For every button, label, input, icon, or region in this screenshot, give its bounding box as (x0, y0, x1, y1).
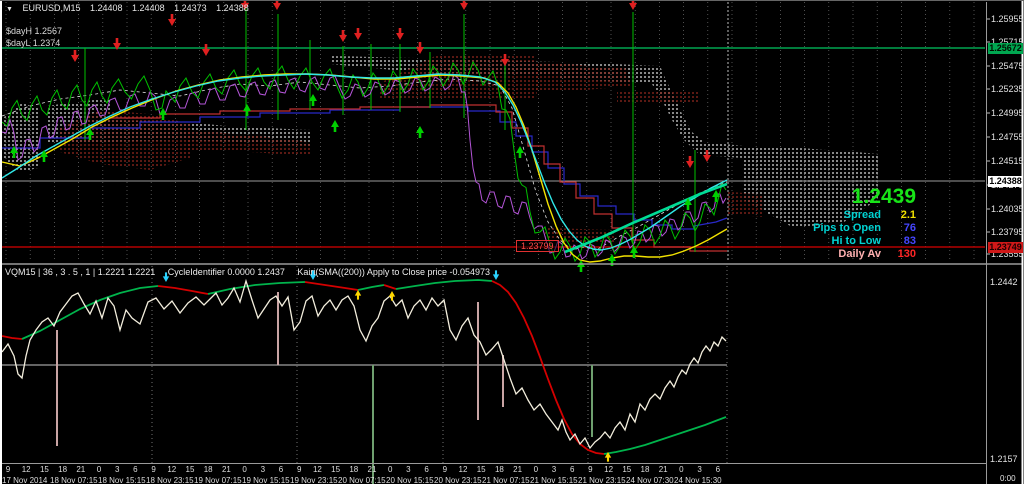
hour-label: 12 (167, 465, 177, 474)
price-marker[interactable]: 1.23749 (988, 241, 1023, 253)
price-tick: 1.24755 (991, 132, 1024, 142)
ohlc-high: 1.24408 (132, 3, 165, 13)
hour-label: 3 (406, 465, 411, 474)
hour-label: 21 (658, 465, 668, 474)
indicator-panel-region[interactable] (2, 266, 986, 463)
hour-label: 21 (76, 465, 86, 474)
date-label: 20 Nov 15:15 (386, 476, 434, 485)
hour-label: 3 (551, 465, 557, 474)
date-label: 18 Nov 23:15 (146, 476, 194, 485)
hour-label: 9 (588, 465, 593, 474)
symbol-timeframe: EURUSD,M15 (22, 3, 81, 13)
cycleidentifier-label: CycleIdentifier 0.0000 1.2437 (167, 267, 285, 277)
ohlc-open: 1.24408 (89, 3, 123, 13)
ohlc-close: 1.24388 (216, 3, 249, 13)
collapse-triangle-icon[interactable]: ▼ (6, 6, 13, 13)
hour-label: 15 (185, 465, 195, 474)
info-label: Pips to Open (813, 222, 881, 234)
hour-label: 18 (58, 465, 68, 474)
info-row: Pips to Open 76 (813, 222, 916, 234)
info-value: 130 (897, 248, 916, 260)
price-tick: 1.24995 (991, 108, 1024, 118)
hour-label: 0 (242, 465, 247, 474)
hour-label: 9 (151, 465, 156, 474)
info-value: 76 (903, 222, 916, 234)
date-label: 17 Nov 2014 (2, 476, 48, 485)
info-label: Spread (843, 209, 881, 221)
info-label: Hi to Low (831, 235, 882, 247)
date-label: 20 Nov 07:15 (338, 476, 386, 485)
hour-label: 18 (494, 465, 504, 474)
day-high-label: $dayH 1.2567 (6, 26, 63, 36)
price-tick: 1.25235 (991, 84, 1024, 94)
info-value: 2.1 (900, 209, 916, 221)
hour-label: 3 (114, 465, 120, 474)
hour-label: 6 (278, 465, 284, 474)
date-label: 19 Nov 15:15 (242, 476, 290, 485)
kairi-label: Kairi(SMA((200)) Apply to Close price -0… (297, 267, 490, 277)
hour-label: 3 (697, 465, 702, 474)
hour-label: 21 (221, 465, 231, 474)
hour-label: 0 (679, 465, 684, 474)
hline-price-label[interactable]: 1.23799 (516, 240, 559, 252)
hour-label: 12 (312, 465, 322, 474)
time-axis-corner: 0:00 (1000, 474, 1016, 483)
price-tick: 1.25475 (991, 61, 1024, 71)
date-label: 24 Nov 15:30 (674, 476, 722, 485)
hour-label: 18 (640, 465, 650, 474)
date-label: 18 Nov 07:15 (50, 476, 98, 485)
hour-label: 9 (296, 465, 302, 474)
hour-label: 18 (349, 465, 359, 474)
date-label: 24 Nov 07:30 (626, 476, 674, 485)
hour-label: 6 (133, 465, 138, 474)
hour-label: 6 (569, 465, 575, 474)
info-row: Daily Av 130 (813, 248, 916, 260)
hour-label: 15 (39, 465, 49, 474)
hour-label: 6 (715, 465, 721, 474)
mt4-terminal-window: ▼ EURUSD,M15 1.24408 1.24408 1.24373 1.2… (0, 0, 1024, 486)
hour-label: 12 (458, 465, 468, 474)
info-label: Daily Av (838, 248, 881, 260)
hour-label: 0 (387, 465, 393, 474)
hour-label: 9 (442, 465, 448, 474)
hour-label: 0 (96, 465, 102, 474)
indicator-axis-top: 1.2442 (990, 277, 1018, 287)
hour-label: 15 (622, 465, 632, 474)
date-label: 21 Nov 15:15 (530, 476, 578, 485)
hour-label: 15 (476, 465, 486, 474)
price-tick: 1.25955 (991, 14, 1024, 24)
hour-label: 9 (5, 465, 11, 474)
price-tick: 1.24515 (991, 156, 1024, 166)
info-value: 83 (903, 235, 916, 247)
day-low-label: $dayL 1.2374 (6, 38, 61, 48)
hour-label: 12 (21, 465, 31, 474)
date-label: 18 Nov 15:15 (98, 476, 146, 485)
hour-label: 0 (533, 465, 539, 474)
hour-label: 12 (604, 465, 614, 474)
market-info-panel: 1.2439 Spread 2.1 Pips to Open 76 Hi to Low 8… (813, 185, 916, 260)
info-row: Spread 2.1 (813, 209, 916, 221)
date-label: 20 Nov 23:15 (434, 476, 482, 485)
vq-indicator-label: VQM15 | 36 , 3 . 5 , 1 | 1.2221 1.2221 (5, 267, 156, 277)
date-label: 21 Nov 07:15 (482, 476, 530, 485)
price-marker[interactable]: 1.24388 (988, 175, 1023, 187)
hour-label: 21 (513, 465, 523, 474)
hour-label: 3 (260, 465, 266, 474)
price-tick: 1.23795 (991, 227, 1024, 237)
info-row: Hi to Low 83 (813, 235, 917, 247)
indicator-header: VQM15 | 36 , 3 . 5 , 1 | 1.2221 1.2221 C… (5, 267, 500, 278)
price-tick: 1.24035 (991, 204, 1024, 214)
ohlc-low: 1.24373 (174, 3, 207, 13)
hour-label: 21 (367, 465, 377, 474)
date-label: 21 Nov 23:15 (578, 476, 626, 485)
chart-title: ▼ EURUSD,M15 1.24408 1.24408 1.24373 1.2… (6, 3, 256, 15)
date-label: 19 Nov 07:15 (194, 476, 242, 485)
hour-label: 6 (424, 465, 429, 474)
price-marker[interactable]: 1.25672 (988, 42, 1023, 54)
hour-label: 15 (331, 465, 341, 474)
current-price: 1.2439 (851, 185, 916, 208)
indicator-axis-bottom: 1.2157 (990, 454, 1018, 464)
hour-label: 18 (203, 465, 213, 474)
date-label: 19 Nov 23:15 (290, 476, 338, 485)
